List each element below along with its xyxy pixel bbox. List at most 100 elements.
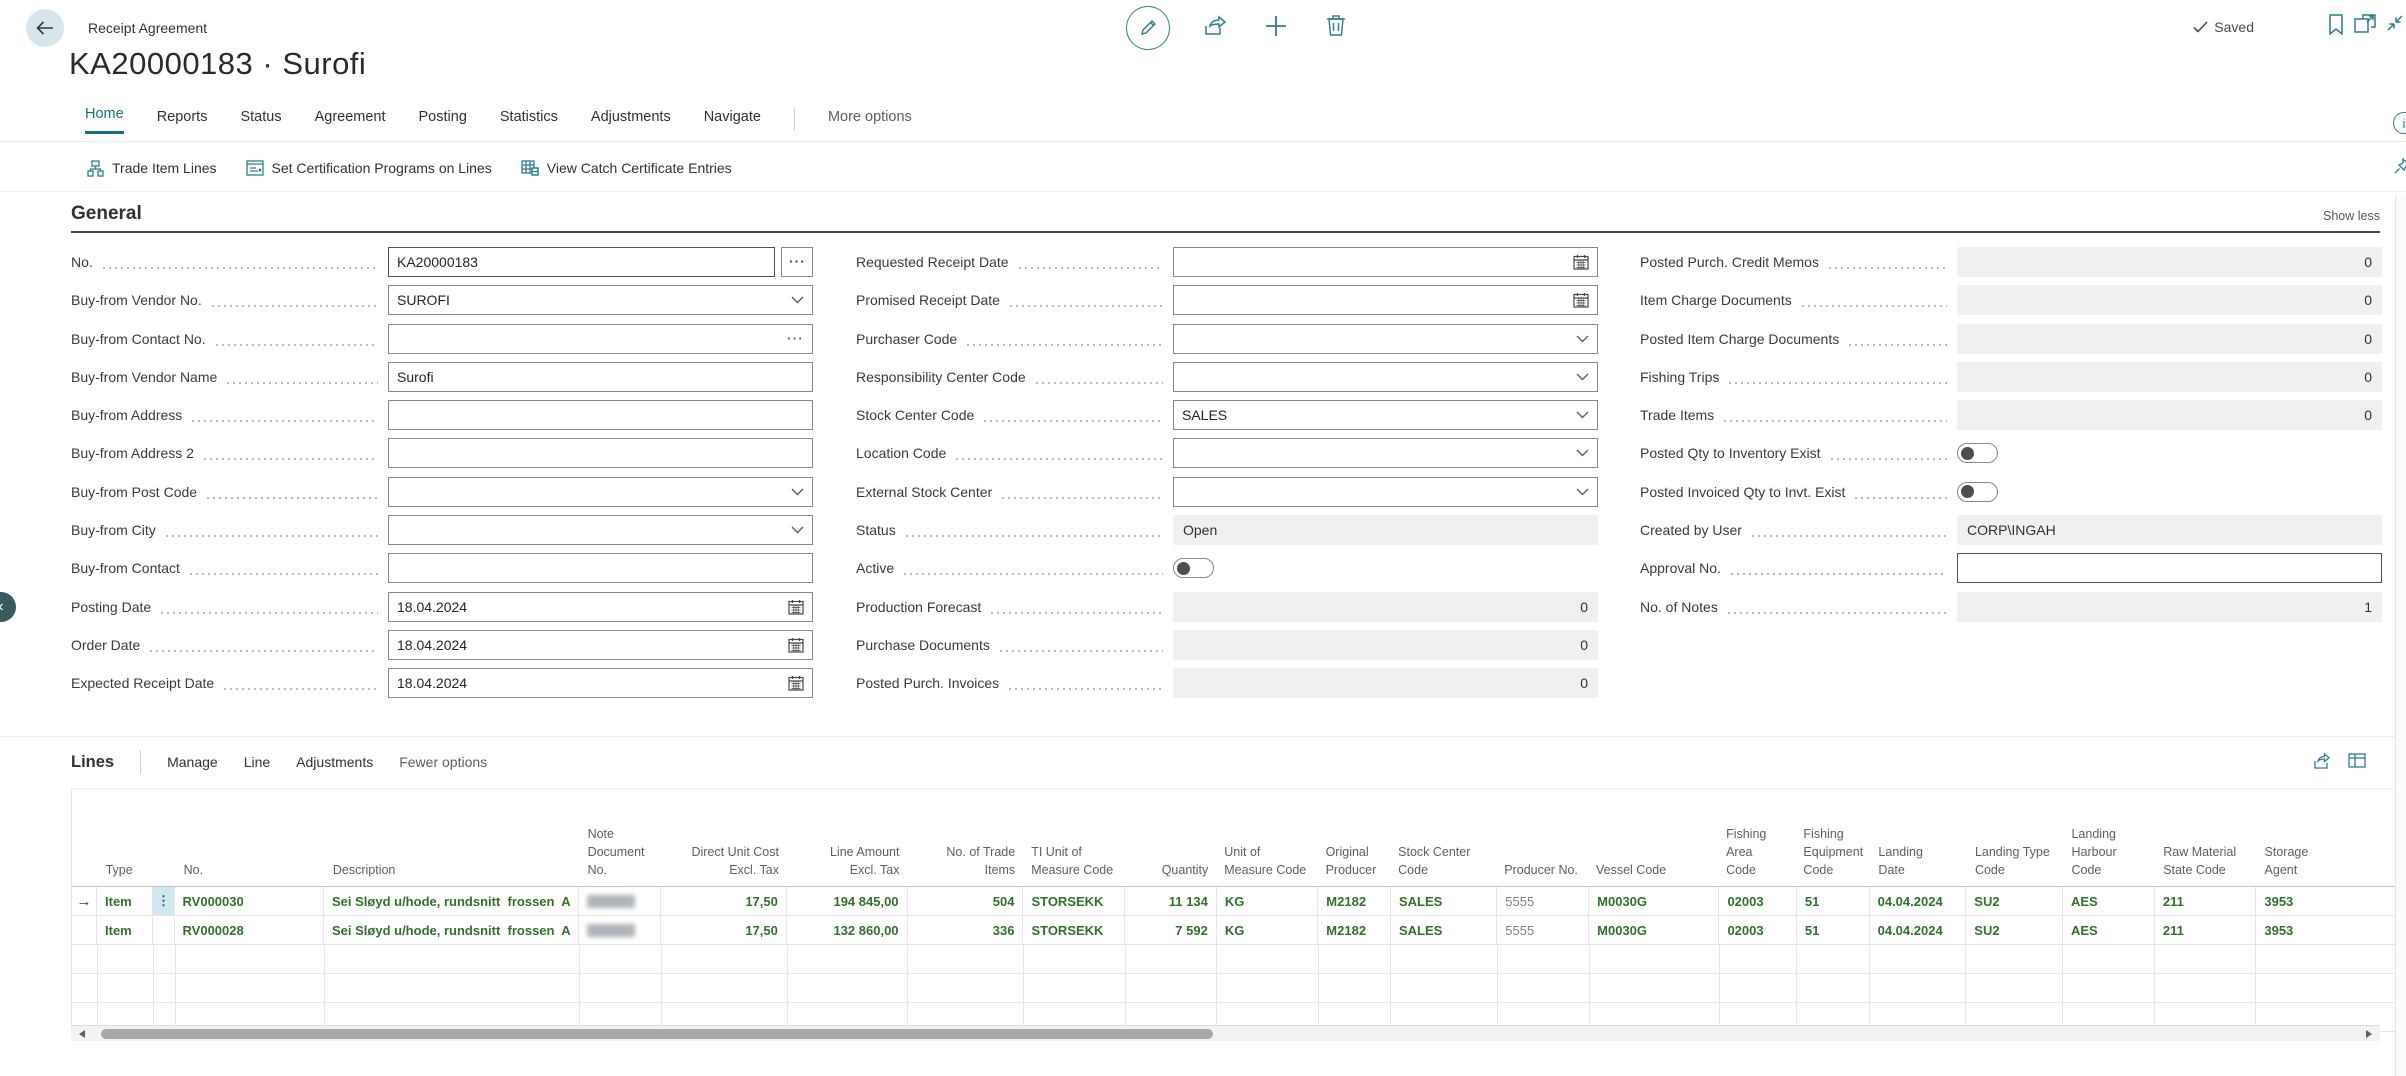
export-lines-icon[interactable] — [2348, 752, 2366, 769]
field-input-buy-from-vendor-name[interactable]: Surofi — [388, 362, 813, 392]
row-menu-cell[interactable]: ⋮ — [153, 887, 174, 915]
cell-unit_cost[interactable]: 17,50 — [661, 916, 786, 944]
column-header-line_amount[interactable]: Line Amount Excl. Tax — [787, 789, 908, 886]
field-input-buy-from-contact-no[interactable]: ⋯ — [388, 324, 813, 354]
field-input-buy-from-contact[interactable] — [388, 553, 813, 583]
collapse-pane-button[interactable]: ‹ — [0, 592, 16, 622]
field-input-purchaser-code[interactable] — [1173, 324, 1598, 354]
dropdown-glyph[interactable] — [1576, 449, 1589, 457]
delete-button[interactable] — [1326, 14, 1346, 36]
dropdown-glyph[interactable] — [1576, 488, 1589, 496]
cell-qty[interactable]: 11 134 — [1125, 887, 1217, 915]
cell-vessel[interactable]: M0030G — [1589, 887, 1719, 915]
cell-producer_no[interactable]: 5555 — [1497, 887, 1589, 915]
more-options-link[interactable]: More options — [828, 109, 912, 134]
dropdown-glyph[interactable] — [1576, 335, 1589, 343]
date-picker-button[interactable] — [1573, 254, 1589, 270]
cell-storage_agent[interactable]: 3953 — [2256, 916, 2401, 944]
column-header-vessel[interactable]: Vessel Code — [1588, 789, 1718, 886]
tab-adjustments[interactable]: Adjustments — [591, 109, 671, 134]
date-picker-button[interactable] — [788, 637, 804, 653]
cell-ti_uom[interactable]: STORSEKK — [1023, 887, 1124, 915]
column-header-fishing_equipment[interactable]: Fishing Equipment Code — [1795, 789, 1870, 886]
cell-no[interactable]: RV000030 — [175, 887, 324, 915]
field-input-external-stock-center[interactable] — [1173, 477, 1598, 507]
cell-storage_agent[interactable]: 3953 — [2256, 887, 2401, 915]
back-button[interactable] — [26, 9, 64, 47]
field-value-posted-purch-invoices[interactable]: 0 — [1173, 668, 1598, 698]
lines-section-heading[interactable]: Lines — [71, 753, 114, 772]
cell-uom[interactable]: KG — [1217, 916, 1318, 944]
field-value-posted-purch-credit-memos[interactable]: 0 — [1957, 247, 2382, 277]
row-menu-cell[interactable] — [153, 916, 174, 944]
cell-stock_center[interactable]: SALES — [1391, 887, 1497, 915]
column-header-orig_producer[interactable]: Original Producer — [1318, 789, 1391, 886]
field-input-buy-from-city[interactable] — [388, 515, 813, 545]
column-header-trade_items[interactable]: No. of Trade Items — [907, 789, 1023, 886]
open-in-new-window-button[interactable] — [2354, 14, 2376, 34]
cell-fishing_area[interactable]: 02003 — [1719, 887, 1796, 915]
tab-navigate[interactable]: Navigate — [704, 109, 761, 134]
field-input-buy-from-address[interactable] — [388, 400, 813, 430]
scroll-left-arrow[interactable] — [79, 1030, 85, 1038]
dropdown-glyph[interactable] — [791, 488, 804, 496]
cell-no[interactable]: RV000028 — [175, 916, 324, 944]
trade-item-lines-button[interactable]: Trade Item Lines — [87, 160, 217, 177]
column-header-unit_cost[interactable]: Direct Unit Cost Excl. Tax — [662, 789, 787, 886]
column-header-fishing_area[interactable]: Fishing Area Code — [1718, 789, 1795, 886]
cell-producer_no[interactable]: 5555 — [1497, 916, 1589, 944]
toggle-posted-qty-to-inventory-exist[interactable] — [1957, 443, 1998, 463]
share-button[interactable] — [1202, 14, 1228, 38]
column-header-uom[interactable]: Unit of Measure Code — [1216, 789, 1317, 886]
field-input-expected-receipt-date[interactable]: 18.04.2024 — [388, 668, 813, 698]
bookmark-button[interactable] — [2328, 14, 2344, 35]
column-header-qty[interactable]: Quantity — [1125, 789, 1217, 886]
column-header-description[interactable]: Description — [325, 789, 580, 886]
date-picker-button[interactable] — [1573, 292, 1589, 308]
share-lines-icon[interactable] — [2312, 752, 2330, 769]
field-input-requested-receipt-date[interactable] — [1173, 247, 1598, 277]
minimize-button[interactable] — [2386, 14, 2404, 32]
row-selector-cell[interactable] — [72, 916, 97, 944]
dropdown-glyph[interactable] — [1576, 411, 1589, 419]
dropdown-glyph[interactable] — [791, 296, 804, 304]
field-input-posting-date[interactable]: 18.04.2024 — [388, 592, 813, 622]
cell-line_amount[interactable]: 132 860,00 — [787, 916, 908, 944]
cell-trade_items[interactable]: 336 — [908, 916, 1024, 944]
field-input-stock-center-code[interactable]: SALES — [1173, 400, 1598, 430]
cell-landing_date[interactable]: 04.04.2024 — [1870, 916, 1967, 944]
cell-fishing_area[interactable]: 02003 — [1719, 916, 1796, 944]
toggle-active[interactable] — [1173, 558, 1214, 578]
vertical-scrollbar-track[interactable] — [2395, 195, 2406, 1076]
field-input-promised-receipt-date[interactable] — [1173, 285, 1598, 315]
cell-stock_center[interactable]: SALES — [1391, 916, 1497, 944]
column-header-landing_date[interactable]: Landing Date — [1870, 789, 1967, 886]
cell-note-doc[interactable] — [579, 916, 661, 944]
view-catch-certificate-entries-button[interactable]: View Catch Certificate Entries — [521, 160, 732, 176]
field-input-responsibility-center-code[interactable] — [1173, 362, 1598, 392]
field-input-approval-no[interactable] — [1957, 553, 2382, 583]
date-picker-button[interactable] — [788, 599, 804, 615]
field-input-buy-from-address-2[interactable] — [388, 438, 813, 468]
field-input-buy-from-vendor-no[interactable]: SUROFI — [388, 285, 813, 315]
tab-statistics[interactable]: Statistics — [500, 109, 558, 134]
column-header-storage_agent[interactable]: Storage Agent — [2257, 789, 2401, 886]
column-header-stock_center[interactable]: Stock Center Code — [1390, 789, 1496, 886]
cell-type[interactable]: Item — [97, 916, 153, 944]
cell-raw_material_state[interactable]: 211 — [2155, 916, 2256, 944]
column-header-raw_material_state[interactable]: Raw Material State Code — [2155, 789, 2256, 886]
field-input-buy-from-post-code[interactable] — [388, 477, 813, 507]
cell-qty[interactable]: 7 592 — [1125, 916, 1217, 944]
cell-landing_type[interactable]: SU2 — [1966, 887, 2063, 915]
tab-status[interactable]: Status — [240, 109, 281, 134]
cell-fishing_equipment[interactable]: 51 — [1797, 916, 1870, 944]
field-value-purchase-documents[interactable]: 0 — [1173, 630, 1598, 660]
set-certification-programs-button[interactable]: Set Certification Programs on Lines — [246, 160, 492, 176]
cell-trade_items[interactable]: 504 — [908, 887, 1024, 915]
tab-posting[interactable]: Posting — [419, 109, 467, 134]
cell-type[interactable]: Item — [97, 887, 153, 915]
field-value-no-of-notes[interactable]: 1 — [1957, 592, 2382, 622]
toggle-posted-invoiced-qty-to-invt-exist[interactable] — [1957, 482, 1998, 502]
column-header-rowmenu[interactable] — [154, 789, 176, 886]
info-icon[interactable]: i — [2393, 112, 2406, 134]
